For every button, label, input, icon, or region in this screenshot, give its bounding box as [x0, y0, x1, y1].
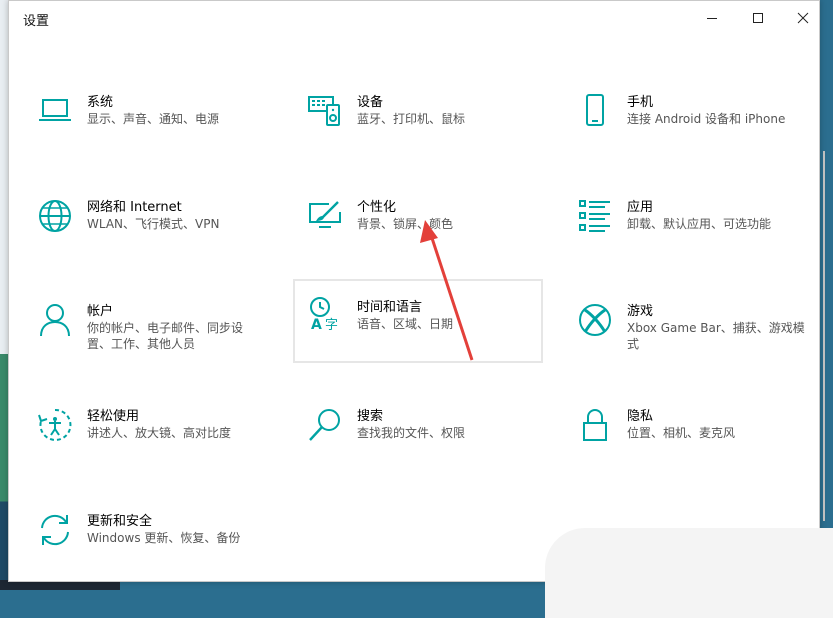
window-title: 设置 [23, 14, 50, 29]
tile-devices[interactable]: 设备 蓝牙、打印机、鼠标 [293, 87, 543, 171]
scrollbar[interactable] [823, 151, 825, 521]
tile-time-language[interactable]: A字 时间和语言 语音、区域、日期 [293, 279, 543, 363]
minimize-button[interactable] [689, 1, 735, 35]
tile-name: 更新和安全 [87, 514, 153, 529]
tile-update-security[interactable]: 更新和安全 Windows 更新、恢复、备份 [23, 506, 273, 590]
tile-name: 手机 [627, 95, 654, 110]
tile-description: WLAN、飞行模式、VPN [87, 217, 220, 231]
phone-icon [577, 93, 613, 129]
keyboard-speaker-icon [307, 93, 343, 129]
tile-name: 应用 [627, 200, 654, 215]
tile-description: Xbox Game Bar、捕获、游戏模式 [627, 321, 805, 351]
tile-name: 设备 [357, 95, 384, 110]
tile-name: 隐私 [627, 409, 654, 424]
tile-description: 背景、锁屏、颜色 [357, 217, 454, 231]
tile-description: 蓝牙、打印机、鼠标 [357, 112, 466, 126]
tile-description: Windows 更新、恢复、备份 [87, 531, 241, 545]
tile-name: 游戏 [627, 304, 654, 319]
tile-name: 轻松使用 [87, 409, 140, 424]
tile-description: 连接 Android 设备和 iPhone [627, 112, 786, 126]
clock-language-icon: A字 [307, 296, 343, 332]
tile-search[interactable]: 搜索 查找我的文件、权限 [293, 401, 543, 485]
person-icon [37, 302, 73, 338]
overlay-blob [545, 528, 833, 618]
tile-name: 网络和 Internet [87, 200, 182, 215]
xbox-icon [577, 302, 613, 338]
tile-description: 语音、区域、日期 [357, 317, 454, 331]
tile-phone[interactable]: 手机 连接 Android 设备和 iPhone [563, 87, 813, 171]
paint-monitor-icon [307, 198, 343, 234]
tile-name: 时间和语言 [357, 300, 423, 315]
tile-ease-of-access[interactable]: 轻松使用 讲述人、放大镜、高对比度 [23, 401, 273, 485]
maximize-button[interactable] [735, 1, 781, 35]
tile-system[interactable]: 系统 显示、声音、通知、电源 [23, 87, 273, 171]
ease-access-icon [37, 407, 73, 443]
app-list-icon [577, 198, 613, 234]
tile-description: 卸载、默认应用、可选功能 [627, 217, 772, 231]
lock-icon [577, 407, 613, 443]
close-icon [797, 12, 809, 24]
tile-name: 个性化 [357, 200, 397, 215]
tile-description: 你的帐户、电子邮件、同步设置、工作、其他人员 [87, 321, 244, 351]
tile-privacy[interactable]: 隐私 位置、相机、麦克风 [563, 401, 813, 485]
title-bar: 设置 [9, 1, 819, 35]
tile-accounts[interactable]: 帐户 你的帐户、电子邮件、同步设置、工作、其他人员 [23, 296, 273, 380]
sync-arrows-icon [37, 512, 73, 548]
maximize-icon [753, 13, 763, 23]
tile-name: 系统 [87, 95, 114, 110]
tile-gaming[interactable]: 游戏 Xbox Game Bar、捕获、游戏模式 [563, 296, 813, 380]
minimize-icon [707, 18, 717, 19]
svg-text:A: A [311, 317, 322, 332]
svg-text:字: 字 [325, 318, 338, 332]
tile-description: 查找我的文件、权限 [357, 426, 466, 440]
tile-description: 位置、相机、麦克风 [627, 426, 736, 440]
globe-icon [37, 198, 73, 234]
tile-description: 显示、声音、通知、电源 [87, 112, 220, 126]
tile-network[interactable]: 网络和 Internet WLAN、飞行模式、VPN [23, 192, 273, 276]
close-button[interactable] [780, 1, 826, 35]
tile-apps[interactable]: 应用 卸载、默认应用、可选功能 [563, 192, 813, 276]
magnifier-icon [307, 407, 343, 443]
tile-personalization[interactable]: 个性化 背景、锁屏、颜色 [293, 192, 543, 276]
tile-name: 搜索 [357, 409, 384, 424]
tile-name: 帐户 [87, 304, 114, 319]
settings-window: 设置 系统 显示、声音、通知、电源 设备 蓝牙、打印机、鼠标 手机 连接 And… [8, 0, 825, 582]
tile-description: 讲述人、放大镜、高对比度 [87, 426, 232, 440]
laptop-icon [37, 93, 73, 129]
